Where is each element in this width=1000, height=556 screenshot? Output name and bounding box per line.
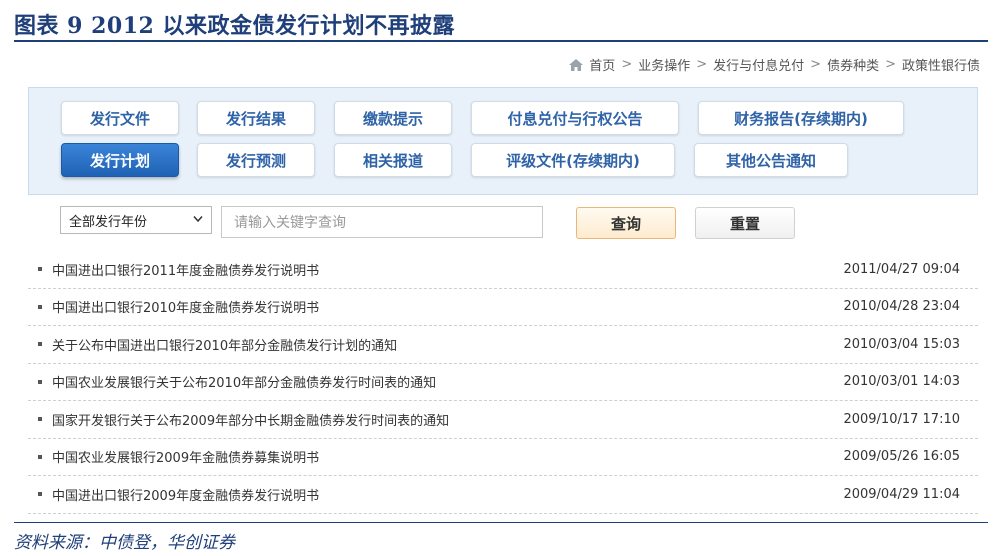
list-item[interactable]: 中国进出口银行2009年度金融债券发行说明书 2009/04/29 11:04 bbox=[28, 476, 978, 514]
tab-related-news[interactable]: 相关报道 bbox=[334, 143, 452, 177]
list-item[interactable]: 关于公布中国进出口银行2010年部分金融债发行计划的通知 2010/03/04 … bbox=[28, 326, 978, 364]
home-icon[interactable] bbox=[569, 58, 584, 71]
breadcrumb: 首页 > 业务操作 > 发行与付息兑付 > 债券种类 > 政策性银行债 bbox=[569, 55, 980, 74]
breadcrumb-separator: > bbox=[696, 57, 708, 72]
tab-panel: 发行文件 发行结果 缴款提示 付息兑付与行权公告 财务报告(存续期内) 发行计划… bbox=[28, 87, 978, 195]
search-placeholder: 请输入关键字查询 bbox=[234, 215, 346, 231]
year-select-value: 全部发行年份 bbox=[69, 214, 148, 230]
bullet-icon bbox=[38, 342, 42, 347]
tab-financial-reports[interactable]: 财务报告(存续期内) bbox=[698, 101, 904, 135]
figure-title: 图表 9 2012 以来政金债发行计划不再披露 bbox=[14, 13, 456, 39]
year-select[interactable]: 全部发行年份 bbox=[60, 206, 212, 234]
list-item-title[interactable]: 中国进出口银行2011年度金融债券发行说明书 bbox=[52, 260, 319, 279]
list-item[interactable]: 中国进出口银行2010年度金融债券发行说明书 2010/04/28 23:04 bbox=[28, 289, 978, 326]
breadcrumb-item-policy-bank[interactable]: 政策性银行债 bbox=[902, 55, 980, 74]
source-divider bbox=[14, 522, 988, 523]
list-item-title[interactable]: 中国进出口银行2009年度金融债券发行说明书 bbox=[52, 485, 319, 504]
list-item-title[interactable]: 国家开发银行关于公布2009年部分中长期金融债券发行时间表的通知 bbox=[52, 410, 449, 429]
breadcrumb-item-home[interactable]: 首页 bbox=[589, 55, 615, 74]
breadcrumb-separator: > bbox=[885, 57, 896, 72]
query-button[interactable]: 查询 bbox=[576, 207, 676, 239]
bullet-icon bbox=[38, 304, 42, 309]
tab-interest-redemption[interactable]: 付息兑付与行权公告 bbox=[471, 101, 679, 135]
breadcrumb-separator: > bbox=[621, 57, 633, 72]
bullet-icon bbox=[38, 492, 42, 497]
tab-issue-plan[interactable]: 发行计划 bbox=[61, 143, 179, 177]
tab-other-notices[interactable]: 其他公告通知 bbox=[694, 143, 848, 177]
announcement-list: 中国进出口银行2011年度金融债券发行说明书 2011/04/27 09:04 … bbox=[28, 251, 978, 514]
list-item-date: 2009/10/17 17:10 bbox=[843, 411, 960, 427]
list-item-title[interactable]: 中国农业发展银行2009年金融债券募集说明书 bbox=[52, 447, 319, 466]
figure-source: 资料来源：中债登，华创证券 bbox=[14, 533, 235, 553]
breadcrumb-item-issuance[interactable]: 发行与付息兑付 bbox=[713, 55, 804, 74]
list-item-date: 2011/04/27 09:04 bbox=[843, 261, 960, 277]
list-item-date: 2010/03/01 14:03 bbox=[843, 374, 960, 390]
bullet-icon bbox=[38, 379, 42, 384]
tab-issue-docs[interactable]: 发行文件 bbox=[61, 101, 179, 135]
tab-issue-forecast[interactable]: 发行预测 bbox=[197, 143, 315, 177]
chevron-down-icon bbox=[193, 216, 203, 223]
bullet-icon bbox=[38, 417, 42, 422]
list-item-title[interactable]: 中国农业发展银行关于公布2010年部分金融债券发行时间表的通知 bbox=[52, 372, 436, 391]
tab-issue-results[interactable]: 发行结果 bbox=[197, 101, 315, 135]
list-item[interactable]: 中国农业发展银行2009年金融债券募集说明书 2009/05/26 16:05 bbox=[28, 439, 978, 476]
list-item-title[interactable]: 关于公布中国进出口银行2010年部分金融债发行计划的通知 bbox=[52, 335, 397, 354]
list-item-date: 2009/04/29 11:04 bbox=[843, 486, 960, 502]
list-item[interactable]: 国家开发银行关于公布2009年部分中长期金融债券发行时间表的通知 2009/10… bbox=[28, 401, 978, 439]
reset-button[interactable]: 重置 bbox=[695, 207, 795, 239]
tab-rating-docs[interactable]: 评级文件(存续期内) bbox=[471, 143, 675, 177]
breadcrumb-separator: > bbox=[810, 57, 822, 72]
list-item-date: 2010/03/04 15:03 bbox=[843, 336, 960, 352]
breadcrumb-item-bond-type[interactable]: 债券种类 bbox=[827, 55, 879, 74]
search-input[interactable]: 请输入关键字查询 bbox=[221, 206, 543, 238]
list-item[interactable]: 中国农业发展银行关于公布2010年部分金融债券发行时间表的通知 2010/03/… bbox=[28, 364, 978, 401]
list-item-title[interactable]: 中国进出口银行2010年度金融债券发行说明书 bbox=[52, 297, 319, 316]
tab-payment-notice[interactable]: 缴款提示 bbox=[334, 101, 452, 135]
bullet-icon bbox=[38, 267, 42, 272]
breadcrumb-item-business[interactable]: 业务操作 bbox=[638, 55, 690, 74]
list-item[interactable]: 中国进出口银行2011年度金融债券发行说明书 2011/04/27 09:04 bbox=[28, 251, 978, 289]
bullet-icon bbox=[38, 454, 42, 459]
list-item-date: 2009/05/26 16:05 bbox=[843, 449, 960, 465]
list-item-date: 2010/04/28 23:04 bbox=[843, 299, 960, 315]
title-divider bbox=[14, 40, 988, 42]
